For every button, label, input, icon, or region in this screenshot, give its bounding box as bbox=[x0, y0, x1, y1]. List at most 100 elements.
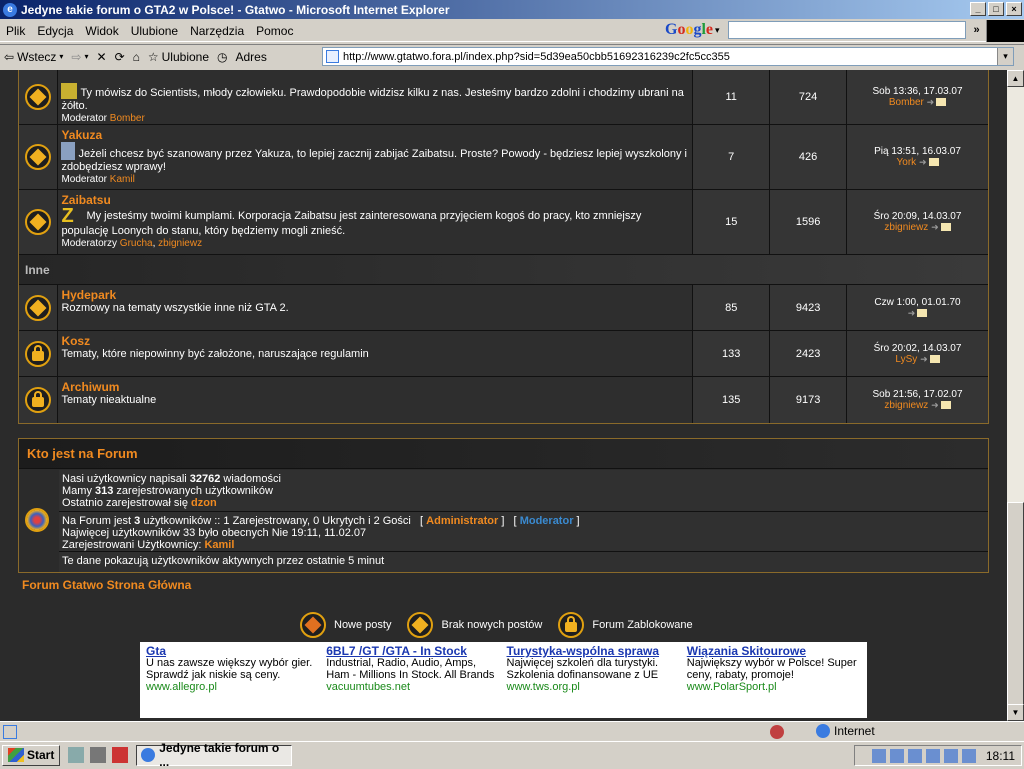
registered-user-link[interactable]: Kamil bbox=[204, 539, 234, 551]
forward-arrow-icon: ⇨ bbox=[71, 49, 82, 64]
page-status-icon bbox=[3, 724, 17, 739]
forum-posts: 724 bbox=[770, 70, 848, 124]
goto-last-post-icon[interactable]: ➜ bbox=[919, 157, 927, 167]
taskbar-ie-window[interactable]: Jedyne takie forum o ... bbox=[136, 741, 293, 769]
forward-button[interactable]: ⇨ ▾ bbox=[67, 50, 92, 64]
post-icon[interactable] bbox=[928, 158, 939, 167]
menu-view[interactable]: Widok bbox=[79, 24, 124, 38]
windows-flag-icon bbox=[986, 20, 1024, 42]
toolbar-overflow-icon[interactable]: » bbox=[974, 24, 980, 36]
locked-forum-icon bbox=[558, 612, 585, 638]
forum-status-icon bbox=[25, 144, 52, 170]
tray-icon[interactable] bbox=[961, 748, 976, 763]
stop-icon: ✕ bbox=[96, 49, 107, 64]
last-post-date: Śro 20:02, 14.03.07 bbox=[873, 342, 962, 354]
address-bar[interactable]: http://www.gtatwo.fora.pl/index.php?sid=… bbox=[322, 47, 1014, 66]
moderator-link[interactable]: Grucha bbox=[120, 238, 153, 249]
scroll-down-button[interactable]: ▼ bbox=[1007, 704, 1024, 721]
moderator-link[interactable]: Kamil bbox=[110, 174, 135, 185]
post-icon[interactable] bbox=[940, 223, 951, 232]
vertical-scrollbar[interactable]: ▲ ▼ bbox=[1007, 70, 1024, 742]
close-button[interactable]: × bbox=[1006, 2, 1022, 16]
ad-item[interactable]: Wiązania Skitourowe Największy wybór w Po… bbox=[684, 645, 864, 715]
address-dropdown-button[interactable]: ▾ bbox=[997, 48, 1013, 65]
forum-desc: Tematy, które niepowinny być założone, n… bbox=[61, 348, 369, 360]
tray-icon[interactable] bbox=[871, 748, 886, 763]
menu-favorites[interactable]: Ulubione bbox=[125, 24, 184, 38]
last-post-user[interactable]: zbigniewz bbox=[884, 400, 928, 411]
forum-name-link[interactable]: Hydepark bbox=[61, 288, 689, 302]
post-icon[interactable] bbox=[917, 308, 928, 317]
forum-status-icon bbox=[25, 209, 52, 235]
post-icon[interactable] bbox=[929, 354, 940, 363]
moderator-link[interactable]: Bomber bbox=[110, 113, 145, 124]
category-header[interactable]: Inne bbox=[19, 255, 988, 285]
stop-button[interactable]: ✕ bbox=[93, 50, 111, 64]
start-button[interactable]: Start bbox=[2, 744, 61, 766]
ad-item[interactable]: 6BL7 /GT /GTA - In Stock Industrial, Radi… bbox=[323, 645, 503, 715]
forum-name-link[interactable]: Yakuza bbox=[61, 128, 689, 142]
scroll-up-button[interactable]: ▲ bbox=[1007, 70, 1024, 87]
goto-last-post-icon[interactable]: ➜ bbox=[908, 308, 916, 318]
google-dropdown-icon[interactable]: ▾ bbox=[715, 25, 720, 36]
favorites-button[interactable]: ☆ Ulubione bbox=[144, 50, 213, 64]
forum-posts: 2423 bbox=[770, 331, 848, 376]
ad-item[interactable]: Turystyka-wspólna sprawa Najwięcej szkole… bbox=[504, 645, 684, 715]
goto-last-post-icon[interactable]: ➜ bbox=[927, 97, 935, 107]
users-online-icon bbox=[25, 508, 49, 532]
quicklaunch-icon[interactable] bbox=[68, 747, 85, 763]
tray-icon[interactable] bbox=[907, 748, 922, 763]
forum-home-link[interactable]: Forum Gtatwo Strona Główna bbox=[22, 578, 191, 592]
new-posts-icon bbox=[300, 612, 326, 638]
refresh-button[interactable]: ⟳ bbox=[111, 50, 129, 64]
ad-banner: Gta U nas zawsze większy wybór gier. Spra… bbox=[140, 642, 867, 718]
menu-tools[interactable]: Narzędzia bbox=[184, 24, 250, 38]
clock[interactable]: 18:11 bbox=[986, 749, 1015, 763]
tray-icon[interactable] bbox=[925, 748, 940, 763]
tray-icon[interactable] bbox=[943, 748, 958, 763]
who-is-online-title[interactable]: Kto jest na Forum bbox=[19, 439, 988, 469]
forum-desc: Ty mówisz do Scientists, młody człowieku… bbox=[61, 87, 684, 112]
forum-topics: 15 bbox=[693, 190, 771, 254]
history-button[interactable]: ◷ bbox=[213, 50, 231, 64]
quicklaunch-icon[interactable] bbox=[90, 747, 107, 763]
tray-icon[interactable] bbox=[889, 748, 904, 763]
goto-last-post-icon[interactable]: ➜ bbox=[920, 354, 928, 364]
post-icon[interactable] bbox=[936, 98, 947, 107]
goto-last-post-icon[interactable]: ➜ bbox=[931, 400, 939, 410]
quicklaunch-icon[interactable] bbox=[112, 747, 129, 763]
maximize-button[interactable]: □ bbox=[988, 2, 1004, 16]
taskbar: Start Jedyne takie forum o ... 18:11 bbox=[0, 741, 1024, 769]
last-post-user[interactable]: zbigniewz bbox=[884, 222, 928, 233]
active-users-note: Te dane pokazują użytkowników aktywnych … bbox=[59, 552, 988, 572]
forum-row: Hydepark Rozmowy na tematy wszystkie inn… bbox=[19, 285, 988, 331]
window-title: Jedyne takie forum o GTA2 w Polsce! - Gt… bbox=[21, 2, 450, 17]
administrator-legend: Administrator bbox=[426, 515, 499, 527]
last-post-user[interactable]: York bbox=[897, 157, 917, 168]
total-users: 313 bbox=[95, 485, 114, 497]
forum-name-link[interactable]: Zaibatsu bbox=[61, 193, 689, 207]
menu-help[interactable]: Pomoc bbox=[250, 24, 299, 38]
goto-last-post-icon[interactable]: ➜ bbox=[931, 222, 939, 232]
last-post-user[interactable]: LySy bbox=[895, 354, 917, 365]
google-search-input[interactable] bbox=[727, 21, 966, 39]
newest-user-link[interactable]: dzon bbox=[191, 497, 217, 509]
forum-table: Ty mówisz do Scientists, młody człowieku… bbox=[18, 70, 989, 424]
ad-item[interactable]: Gta U nas zawsze większy wybór gier. Spra… bbox=[143, 645, 323, 715]
forum-posts: 1596 bbox=[770, 190, 848, 254]
forum-name-link[interactable]: Archiwum bbox=[61, 380, 689, 394]
address-url[interactable]: http://www.gtatwo.fora.pl/index.php?sid=… bbox=[343, 51, 730, 63]
minimize-button[interactable]: _ bbox=[970, 2, 986, 16]
forum-row: Ty mówisz do Scientists, młody człowieku… bbox=[19, 70, 988, 125]
google-logo[interactable]: Google bbox=[665, 21, 713, 39]
forum-name-link[interactable]: Kosz bbox=[61, 334, 689, 348]
menu-file[interactable]: Plik bbox=[0, 24, 31, 38]
moderator-link[interactable]: zbigniewz bbox=[158, 238, 202, 249]
menu-edit[interactable]: Edycja bbox=[31, 24, 79, 38]
home-button[interactable]: ⌂ bbox=[129, 50, 144, 64]
page-content: Ty mówisz do Scientists, młody człowieku… bbox=[0, 70, 1007, 721]
post-icon[interactable] bbox=[940, 401, 951, 410]
back-button[interactable]: ⇦ Wstecz ▾ bbox=[0, 50, 67, 64]
last-post-user[interactable]: Bomber bbox=[889, 97, 924, 108]
forum-desc: Rozmowy na tematy wszystkie inne niż GTA… bbox=[61, 302, 289, 314]
